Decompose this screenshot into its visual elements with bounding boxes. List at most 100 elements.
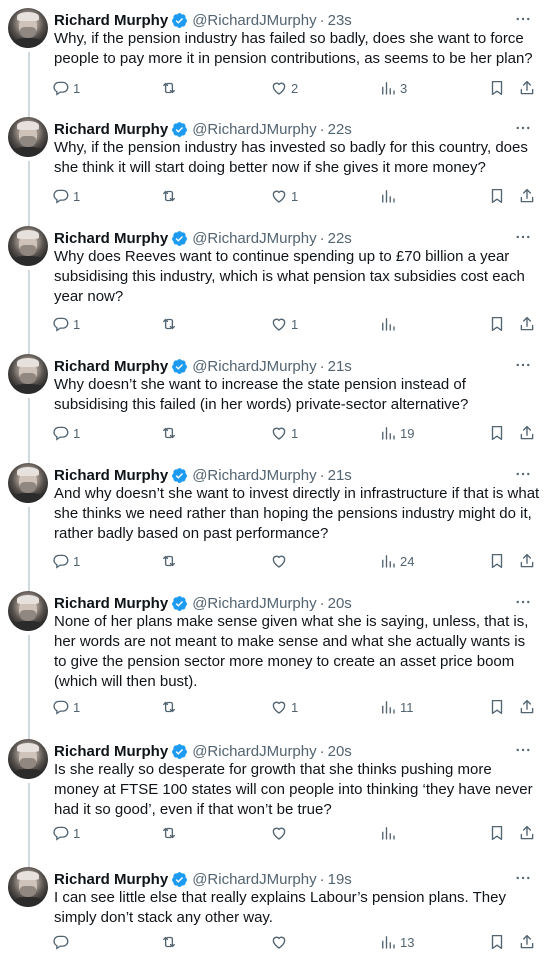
author-handle[interactable]: @RichardJMurphy [192, 230, 316, 247]
retweet-button[interactable] [160, 78, 181, 98]
timestamp[interactable]: 21s [328, 358, 352, 375]
like-button[interactable]: 1 [270, 423, 298, 443]
more-dots-icon[interactable] [514, 10, 532, 28]
avatar[interactable] [8, 867, 48, 907]
views-button[interactable]: 24 [379, 551, 414, 571]
like-button[interactable]: 1 [270, 314, 298, 334]
timestamp[interactable]: 22s [328, 121, 352, 138]
tweet[interactable]: Richard Murphy @RichardJMurphy · 21s And… [0, 455, 550, 597]
author-name[interactable]: Richard Murphy [54, 230, 168, 247]
author-handle[interactable]: @RichardJMurphy [192, 12, 316, 29]
share-button[interactable] [518, 551, 536, 571]
timestamp[interactable]: 19s [328, 871, 352, 888]
tweet[interactable]: Richard Murphy @RichardJMurphy · 21s Why… [0, 346, 550, 468]
author-name[interactable]: Richard Murphy [54, 12, 168, 29]
tweet[interactable]: Richard Murphy @RichardJMurphy · 20s Is … [0, 731, 550, 873]
like-button[interactable]: 2 [270, 78, 298, 98]
retweet-button[interactable] [160, 314, 181, 334]
reply-button[interactable]: 1 [52, 697, 80, 717]
like-button[interactable] [270, 932, 291, 952]
timestamp[interactable]: 21s [328, 467, 352, 484]
timestamp[interactable]: 23s [328, 12, 352, 29]
tweet[interactable]: Richard Murphy @RichardJMurphy · 19s I c… [0, 859, 550, 969]
retweet-button[interactable] [160, 423, 181, 443]
tweet-header: Richard Murphy @RichardJMurphy · 20s [54, 593, 540, 613]
views-button[interactable]: 13 [379, 932, 414, 952]
views-button[interactable]: 19 [379, 423, 414, 443]
retweet-button[interactable] [160, 823, 181, 843]
timestamp[interactable]: 20s [328, 595, 352, 612]
author-handle[interactable]: @RichardJMurphy [192, 121, 316, 138]
bookmark-button[interactable] [488, 186, 506, 206]
bookmark-icon [491, 934, 503, 950]
tweet[interactable]: Richard Murphy @RichardJMurphy · 22s Why… [0, 218, 550, 360]
views-button[interactable] [379, 314, 400, 334]
retweet-button[interactable] [160, 186, 181, 206]
bookmark-button[interactable] [488, 314, 506, 334]
share-button[interactable] [518, 186, 536, 206]
share-button[interactable] [518, 314, 536, 334]
more-dots-icon[interactable] [514, 356, 532, 374]
avatar[interactable] [8, 226, 48, 266]
author-handle[interactable]: @RichardJMurphy [192, 595, 316, 612]
author-name[interactable]: Richard Murphy [54, 743, 168, 760]
avatar[interactable] [8, 8, 48, 48]
share-button[interactable] [518, 823, 536, 843]
more-dots-icon[interactable] [514, 228, 532, 246]
author-name[interactable]: Richard Murphy [54, 121, 168, 138]
bookmark-button[interactable] [488, 78, 506, 98]
reply-button[interactable]: 1 [52, 551, 80, 571]
like-button[interactable] [270, 823, 291, 843]
bookmark-button[interactable] [488, 423, 506, 443]
author-handle[interactable]: @RichardJMurphy [192, 358, 316, 375]
heart-icon [272, 82, 286, 95]
more-dots-icon[interactable] [514, 741, 532, 759]
avatar[interactable] [8, 739, 48, 779]
tweet[interactable]: Richard Murphy @RichardJMurphy · 20s Non… [0, 583, 550, 745]
timestamp[interactable]: 20s [328, 743, 352, 760]
reply-button[interactable] [52, 932, 73, 952]
avatar[interactable] [8, 591, 48, 631]
avatar[interactable] [8, 117, 48, 157]
avatar[interactable] [8, 463, 48, 503]
timestamp[interactable]: 22s [328, 230, 352, 247]
share-button[interactable] [518, 78, 536, 98]
retweet-button[interactable] [160, 932, 181, 952]
like-button[interactable]: 1 [270, 697, 298, 717]
more-dots-icon[interactable] [514, 869, 532, 887]
reply-button[interactable]: 1 [52, 186, 80, 206]
tweet[interactable]: Richard Murphy @RichardJMurphy · 22s Why… [0, 109, 550, 231]
bookmark-button[interactable] [488, 551, 506, 571]
retweet-button[interactable] [160, 551, 181, 571]
avatar[interactable] [8, 354, 48, 394]
views-button[interactable]: 11 [379, 697, 414, 717]
like-button[interactable] [270, 551, 291, 571]
author-name[interactable]: Richard Murphy [54, 871, 168, 888]
author-handle[interactable]: @RichardJMurphy [192, 743, 316, 760]
retweet-button[interactable] [160, 697, 181, 717]
more-dots-icon[interactable] [514, 119, 532, 137]
more-dots-icon[interactable] [514, 593, 532, 611]
reply-button[interactable]: 1 [52, 423, 80, 443]
bookmark-button[interactable] [488, 823, 506, 843]
like-button[interactable]: 1 [270, 186, 298, 206]
author-name[interactable]: Richard Murphy [54, 467, 168, 484]
reply-count: 1 [73, 825, 81, 841]
share-button[interactable] [518, 697, 536, 717]
bookmark-button[interactable] [488, 697, 506, 717]
views-button[interactable] [379, 186, 400, 206]
reply-button[interactable]: 1 [52, 823, 80, 843]
tweet[interactable]: Richard Murphy @RichardJMurphy · 23s Why… [0, 0, 550, 122]
bookmark-button[interactable] [488, 932, 506, 952]
views-button[interactable]: 3 [379, 78, 407, 98]
views-button[interactable] [379, 823, 400, 843]
share-button[interactable] [518, 932, 536, 952]
author-handle[interactable]: @RichardJMurphy [192, 871, 316, 888]
author-name[interactable]: Richard Murphy [54, 595, 168, 612]
author-handle[interactable]: @RichardJMurphy [192, 467, 316, 484]
author-name[interactable]: Richard Murphy [54, 358, 168, 375]
reply-button[interactable]: 1 [52, 314, 80, 334]
share-button[interactable] [518, 423, 536, 443]
reply-button[interactable]: 1 [52, 78, 80, 98]
more-dots-icon[interactable] [514, 465, 532, 483]
